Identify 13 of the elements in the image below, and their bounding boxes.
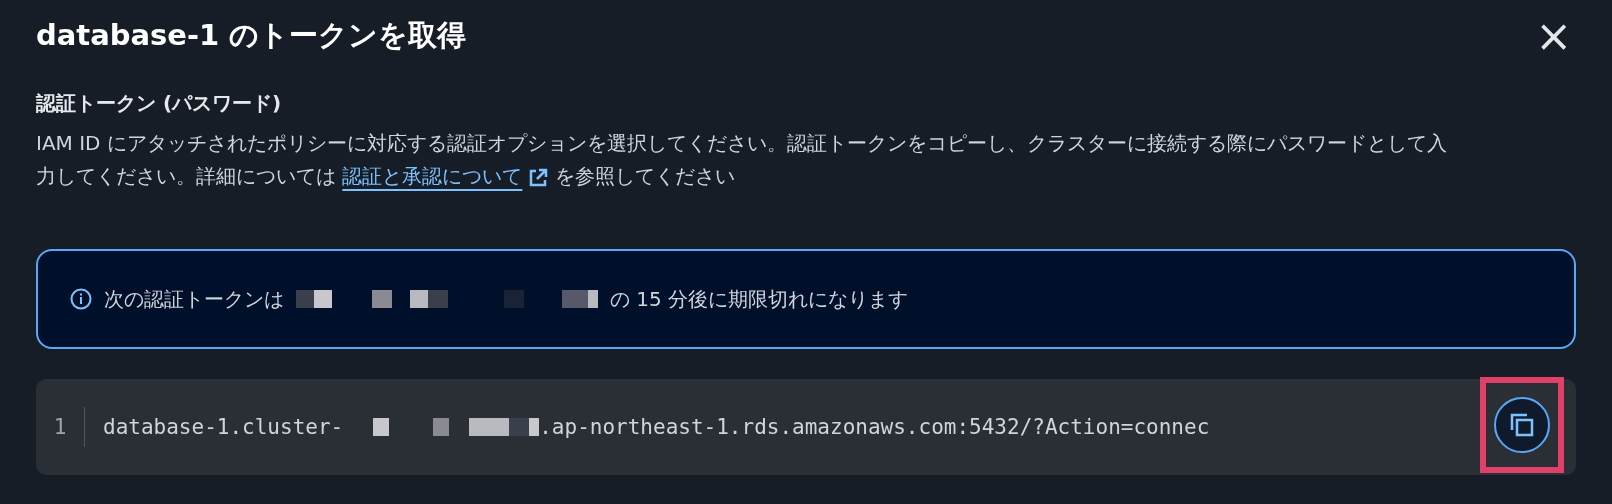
close-button[interactable]: × [1531, 14, 1576, 58]
copy-button[interactable] [1494, 397, 1550, 453]
section-heading: 認証トークン (パスワード) [36, 90, 283, 117]
description-text: IAM ID にアタッチされたポリシーに対応する認証オプションを選択してください。認証トークンをコピーし、クラスターに接続する際にパスワードとして入力してください。詳細については 認証と承認について を参照してください [36, 130, 1448, 190]
external-link-icon [528, 167, 549, 188]
code-text: .ap-northeast-1.rds.amazonaws.com:5432/?Action=connec [539, 415, 1210, 439]
modal-title: database-1 のトークンを取得 [36, 17, 467, 54]
docs-link[interactable]: 認証と承認について [342, 164, 549, 188]
info-text: の 15 分後に期限切れになります [610, 285, 909, 313]
info-icon [70, 288, 92, 310]
code-text: database-1.cluster- [103, 415, 344, 439]
info-text: 次の認証トークンは [104, 285, 284, 313]
line-number: 1 [36, 407, 85, 447]
